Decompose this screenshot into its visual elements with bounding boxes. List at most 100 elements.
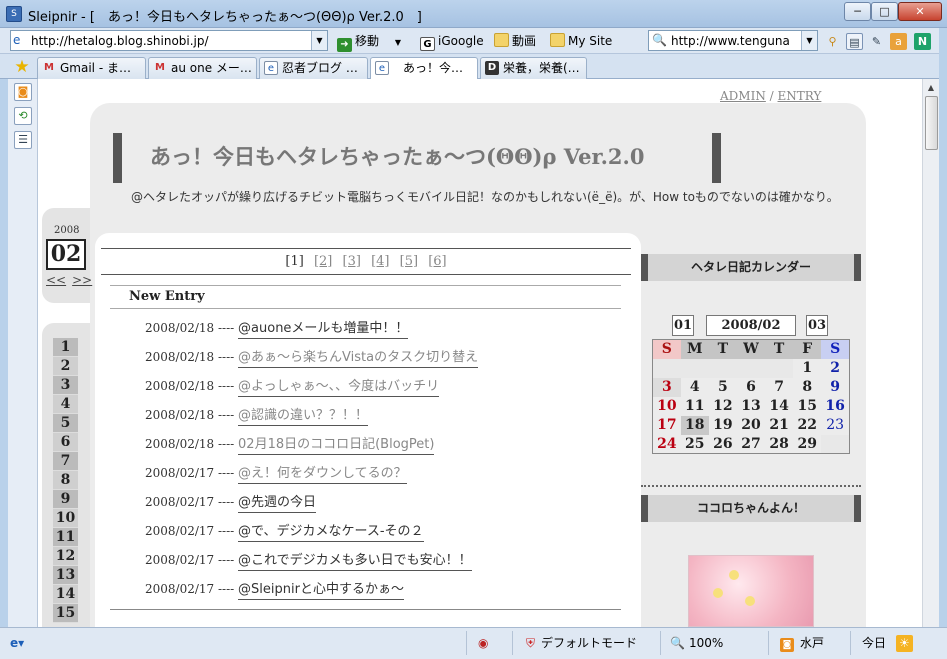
privacy-icon[interactable]: ◉ bbox=[478, 634, 488, 652]
entry-link[interactable]: @よっしゃぁ～、、今度はバッチリ bbox=[238, 379, 440, 397]
entry-date: 2008/02/18 ---- bbox=[145, 408, 235, 422]
favorites-star-icon[interactable]: ★ bbox=[12, 57, 32, 77]
scroll-thumb[interactable] bbox=[925, 96, 938, 150]
tree-icon[interactable]: ☰ bbox=[14, 131, 32, 149]
vertical-scrollbar[interactable]: ▲ bbox=[922, 79, 939, 627]
page-search-icon[interactable]: ▤ bbox=[846, 33, 863, 50]
day-item[interactable]: 1 bbox=[53, 338, 78, 357]
page-link[interactable]: [2] bbox=[314, 254, 332, 269]
ie-status-icon[interactable]: e▾ bbox=[10, 634, 24, 652]
day-item[interactable]: 13 bbox=[53, 566, 78, 585]
day-item[interactable]: 3 bbox=[53, 376, 78, 395]
day-item[interactable]: 5 bbox=[53, 414, 78, 433]
entry-link[interactable]: ENTRY bbox=[778, 89, 822, 103]
admin-link[interactable]: ADMIN bbox=[720, 89, 766, 103]
magnifier-icon[interactable]: ⚲ bbox=[824, 33, 841, 50]
month-nav: << >> bbox=[46, 273, 98, 287]
calendar-day bbox=[765, 358, 794, 378]
scroll-up-arrow-icon[interactable]: ▲ bbox=[923, 79, 939, 96]
entry-date: 2008/02/17 ---- bbox=[145, 582, 235, 596]
minimize-button[interactable]: ─ bbox=[844, 2, 871, 21]
day-item[interactable]: 14 bbox=[53, 585, 78, 604]
tab-label: Gmail - ま… bbox=[60, 61, 131, 75]
next-month-link[interactable]: >> bbox=[72, 273, 92, 287]
calendar-day: 26 bbox=[708, 434, 737, 454]
day-item[interactable]: 11 bbox=[53, 528, 78, 547]
calendar-next-link[interactable]: 03 bbox=[806, 315, 828, 336]
pen-icon[interactable]: ✎ bbox=[868, 33, 885, 50]
tab-label: au one メー… bbox=[171, 61, 252, 75]
page-link[interactable]: [5] bbox=[400, 254, 418, 269]
tab-hetalog-active[interactable]: e あっ！今… bbox=[370, 57, 478, 80]
go-dropdown-icon[interactable]: ▼ bbox=[395, 38, 401, 47]
entry-link[interactable]: @Sleipnirと心中するかぁ～ bbox=[238, 582, 404, 600]
search-box[interactable]: 🔍 http://www.tenguna ▼ bbox=[648, 30, 818, 51]
rss-icon[interactable]: ◙ bbox=[14, 83, 32, 101]
sleipnir-app-icon[interactable]: S bbox=[6, 6, 22, 22]
kokoro-blogpet-image[interactable] bbox=[688, 555, 814, 627]
entry-link[interactable]: @あぁ～ら楽ちんVistaのタスク切り替え bbox=[238, 350, 479, 368]
entry-date: 2008/02/17 ---- bbox=[145, 553, 235, 567]
amazon-icon[interactable]: a bbox=[890, 33, 907, 50]
page-link[interactable]: [6] bbox=[428, 254, 446, 269]
calendar-week: 17 18 19 20 21 22 23 bbox=[652, 415, 850, 435]
tab-auone[interactable]: Mau one メー… bbox=[148, 57, 257, 79]
calendar-day-today: 18 bbox=[680, 415, 709, 435]
entry-link[interactable]: @auoneメールも増量中！！ bbox=[238, 321, 409, 339]
calendar-day: 5 bbox=[708, 377, 737, 397]
bookmark-igoogle[interactable]: GiGoogle bbox=[420, 32, 484, 51]
search-dropdown-icon[interactable]: ▼ bbox=[801, 31, 817, 50]
tab-label: あっ！今… bbox=[403, 61, 464, 75]
tab-eiyou[interactable]: D 栄養，栄養(… bbox=[480, 57, 587, 79]
gmail-icon: M bbox=[44, 62, 54, 73]
prev-month-link[interactable]: << bbox=[46, 273, 66, 287]
day-item[interactable]: 15 bbox=[53, 604, 78, 623]
search-icon: 🔍 bbox=[652, 33, 667, 47]
maximize-button[interactable]: □ bbox=[871, 2, 898, 21]
entry-date: 2008/02/18 ---- bbox=[145, 437, 235, 451]
zoom-indicator[interactable]: 🔍 100% bbox=[670, 634, 723, 652]
day-item[interactable]: 8 bbox=[53, 471, 78, 490]
n-icon[interactable]: N bbox=[914, 33, 931, 50]
day-item[interactable]: 12 bbox=[53, 547, 78, 566]
calendar-day bbox=[736, 358, 766, 378]
calendar-day: 14 bbox=[765, 396, 794, 416]
address-bar[interactable]: e http://hetalog.blog.shinobi.jp/ ▼ bbox=[10, 30, 328, 51]
day-item[interactable]: 10 bbox=[53, 509, 78, 528]
tab-ninja-blog[interactable]: e 忍者ブログ … bbox=[259, 57, 368, 79]
location-indicator[interactable]: ◙ 水戸 bbox=[780, 634, 824, 652]
mode-indicator[interactable]: ⛨ デフォルトモード bbox=[526, 634, 637, 652]
address-text[interactable]: http://hetalog.blog.shinobi.jp/ bbox=[31, 34, 209, 48]
history-icon[interactable]: ⟲ bbox=[14, 107, 32, 125]
day-item[interactable]: 7 bbox=[53, 452, 78, 471]
calendar-day: 3 bbox=[661, 379, 672, 395]
calendar-day: 21 bbox=[765, 415, 794, 435]
address-dropdown-icon[interactable]: ▼ bbox=[311, 31, 327, 50]
entry-link[interactable]: @先週の今日 bbox=[238, 495, 317, 513]
day-item[interactable]: 9 bbox=[53, 490, 78, 509]
calendar-day: 25 bbox=[680, 434, 709, 454]
page-link[interactable]: [4] bbox=[371, 254, 389, 269]
calendar-prev-link[interactable]: 01 bbox=[672, 315, 694, 336]
blog-title[interactable]: あっ！今日もヘタレちゃったぁ～つ(ΘΘ)ρ Ver.2.0 bbox=[150, 141, 644, 171]
entry-link[interactable]: @認識の違い？？！！ bbox=[238, 408, 369, 426]
date-month: 02 bbox=[46, 239, 86, 270]
day-item[interactable]: 4 bbox=[53, 395, 78, 414]
page-link[interactable]: [3] bbox=[343, 254, 361, 269]
search-input[interactable]: http://www.tenguna bbox=[671, 34, 799, 48]
tab-gmail[interactable]: M Gmail - ま… bbox=[37, 57, 146, 79]
bookmark-video-folder[interactable]: 動画 bbox=[494, 32, 536, 50]
entry-link[interactable]: @これでデジカメも多い日でも安心！！ bbox=[238, 553, 472, 571]
entry-link[interactable]: @え！何をダウンしてるの？ bbox=[238, 466, 407, 484]
close-button[interactable]: ✕ bbox=[898, 2, 942, 21]
go-button[interactable]: ➜ 移動 ▼ bbox=[337, 32, 401, 52]
bookmark-mysite-folder[interactable]: My Site bbox=[550, 32, 612, 50]
day-item[interactable]: 2 bbox=[53, 357, 78, 376]
calendar-heading: ヘタレ日記カレンダー bbox=[641, 254, 861, 281]
entry-link[interactable]: 02月18日のココロ日記(BlogPet) bbox=[238, 437, 435, 455]
entry-link[interactable]: @で、デジカメなケース-その２ bbox=[238, 524, 424, 542]
day-item[interactable]: 6 bbox=[53, 433, 78, 452]
calendar-day: 6 bbox=[736, 377, 766, 397]
weather-indicator[interactable]: 今日 ☀ bbox=[862, 634, 913, 652]
calendar-weekday: M bbox=[680, 339, 709, 359]
